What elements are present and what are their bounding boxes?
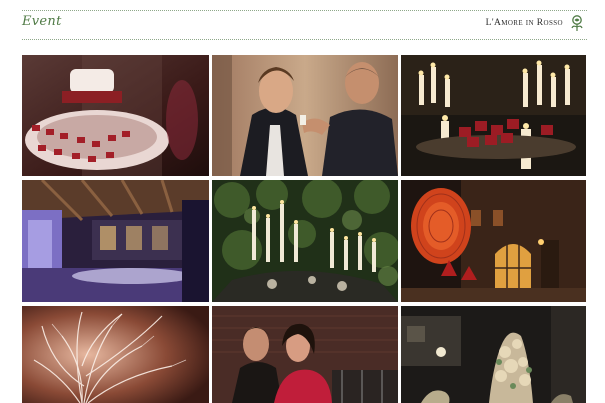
photo-candles-red-favors — [401, 55, 586, 176]
brand-text: L'Amore in Rosso — [485, 18, 563, 28]
header-bottom-dotted-rule — [22, 39, 587, 40]
photo-white-branches-installation — [22, 306, 209, 403]
photo-floral-sculpture-night — [401, 306, 586, 403]
photo-candelabra-greenery — [212, 180, 398, 302]
photo-groom-boutonniere — [212, 55, 398, 176]
rose-emblem-icon — [571, 15, 583, 31]
photo-wedding-cake-table — [22, 55, 209, 176]
section-title: Event — [22, 14, 62, 29]
photo-illuminated-hall — [22, 180, 209, 302]
photo-couple-portrait — [212, 306, 398, 403]
photo-castle-courtyard-night — [401, 180, 586, 302]
top-dotted-rule — [22, 10, 587, 11]
